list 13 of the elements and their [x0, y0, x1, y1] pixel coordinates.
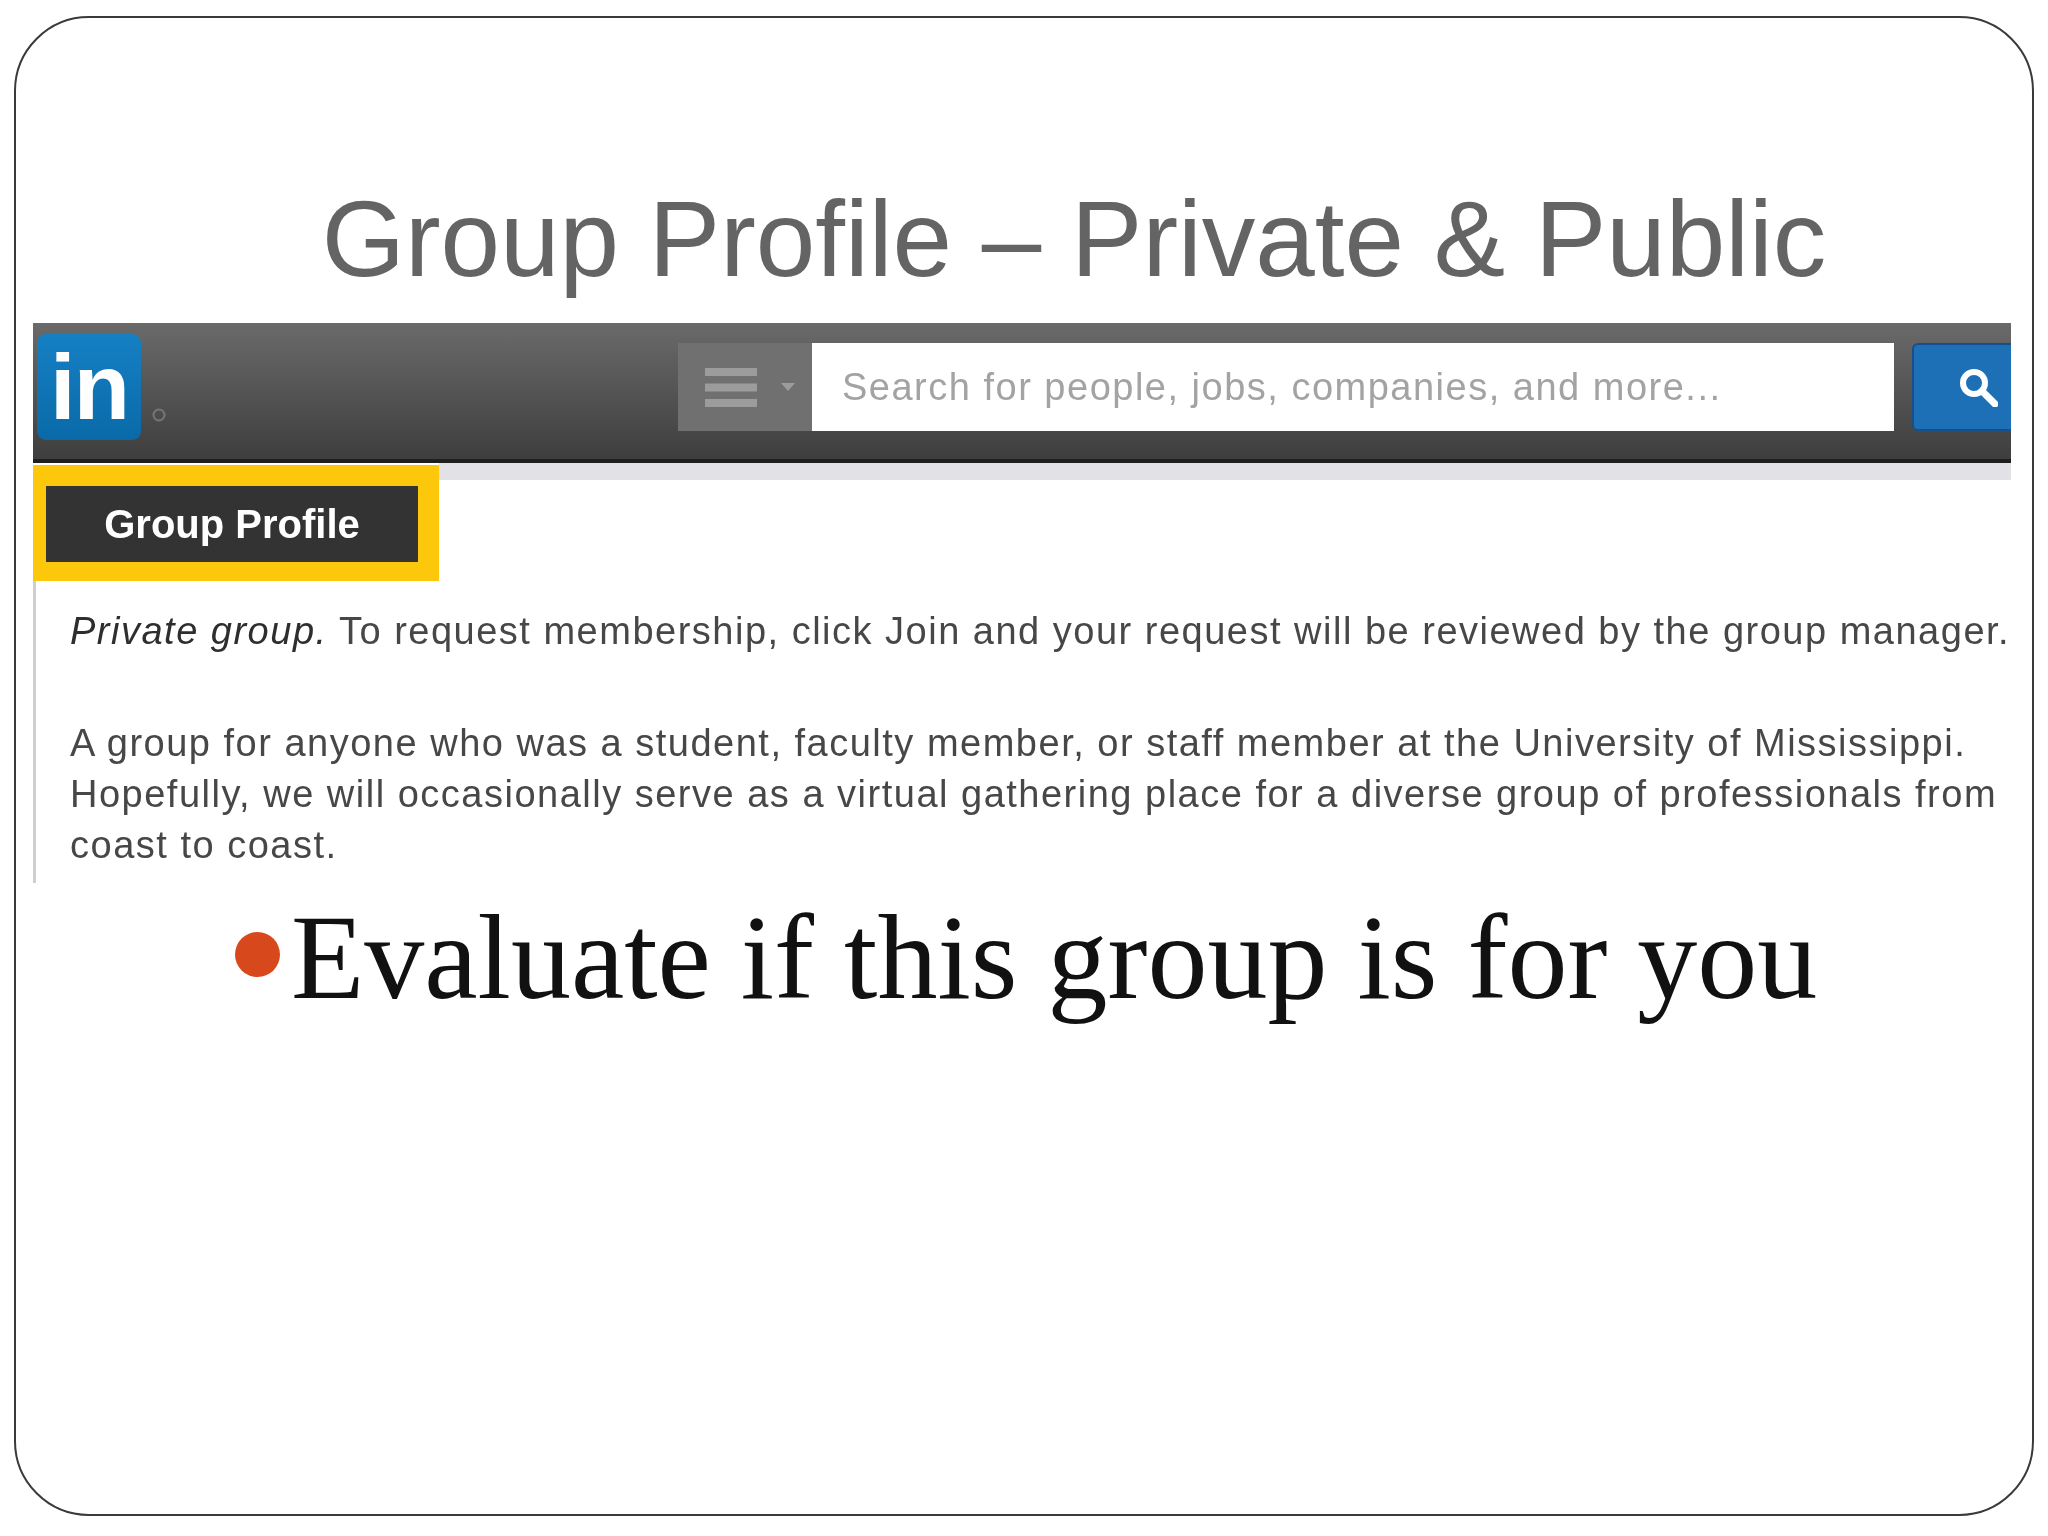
- logo[interactable]: in: [37, 334, 141, 440]
- hamburger-icon: [705, 367, 757, 407]
- bullet-text: Evaluate if this group is for you: [291, 890, 1818, 1026]
- ring-icon: [152, 408, 166, 422]
- description-text: Private group. To request membership, click Join and your request will be reviewed by the group manager.: [70, 609, 2011, 654]
- section-heading: Group Profile: [46, 486, 418, 562]
- description-text: A group for anyone who was a student, faculty member, or staff member at the University of Mississippi. Hopefully, we will occasionally serve as a virtual gathering place for a diverse group of professionals from coast to coast.: [70, 721, 1999, 868]
- search-field[interactable]: Search for people, jobs, companies, and more...: [812, 343, 1894, 431]
- bullet-dot-icon: [235, 931, 280, 977]
- slide-title: Group Profile – Private & Public: [320, 178, 1828, 301]
- search-icon: [1958, 367, 1998, 407]
- search-button[interactable]: [1912, 343, 2011, 431]
- caret-icon: [781, 383, 795, 391]
